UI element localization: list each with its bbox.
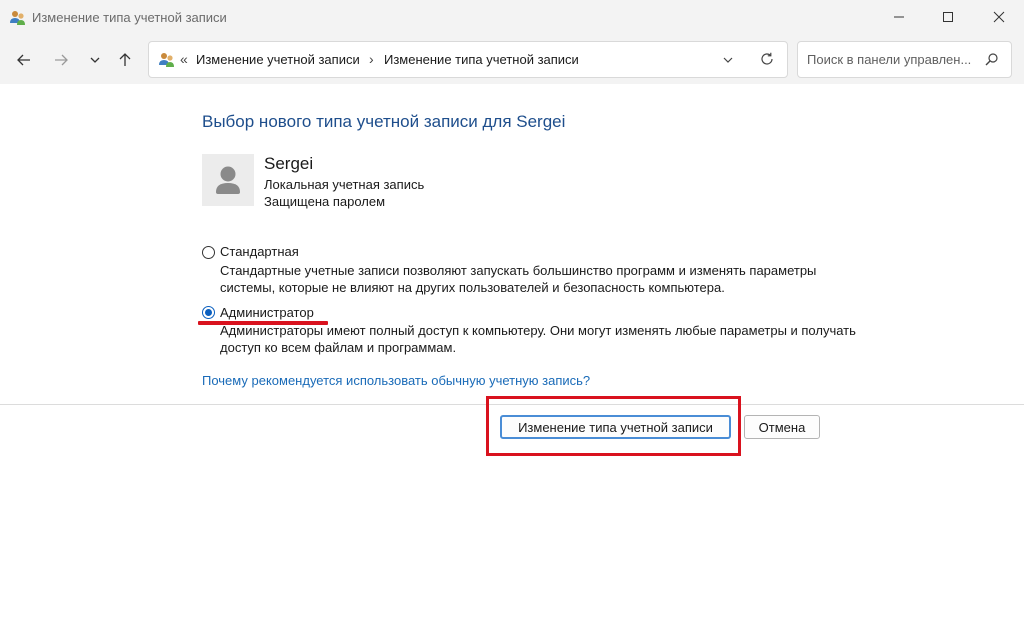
administrator-option-description: Администраторы имеют полный доступ к ком… — [220, 323, 856, 355]
search-icon — [985, 53, 998, 66]
change-account-type-button[interactable]: Изменение типа учетной записи — [500, 415, 731, 439]
minimize-icon — [894, 16, 904, 18]
standard-option-label[interactable]: Стандартная — [220, 244, 299, 259]
breadcrumb-item[interactable]: Изменение учетной записи — [196, 52, 360, 67]
navigation-bar: « Изменение учетной записи › Изменение т… — [0, 36, 1024, 84]
account-type: Локальная учетная запись — [264, 177, 425, 192]
title-bar: Изменение типа учетной записи — [0, 0, 1024, 36]
user-accounts-icon — [9, 9, 27, 27]
standard-radio[interactable] — [202, 246, 215, 259]
address-bar[interactable]: « Изменение учетной записи › Изменение т… — [148, 41, 788, 78]
page-title: Выбор нового типа учетной записи для Ser… — [202, 112, 566, 131]
forward-button[interactable] — [48, 48, 74, 72]
chevron-down-icon — [90, 57, 100, 63]
search-input[interactable] — [798, 42, 978, 77]
close-icon — [993, 11, 1005, 23]
arrow-right-icon — [55, 54, 68, 66]
refresh-icon[interactable] — [759, 51, 775, 67]
up-button[interactable] — [112, 48, 138, 72]
minimize-button[interactable] — [876, 0, 922, 34]
arrow-up-icon — [119, 53, 131, 66]
breadcrumb-overflow[interactable]: « — [180, 51, 188, 67]
user-avatar-icon — [216, 166, 240, 194]
user-accounts-icon — [158, 51, 176, 69]
avatar — [202, 154, 254, 206]
back-button[interactable] — [11, 48, 37, 72]
administrator-option-label[interactable]: Администратор — [220, 305, 314, 320]
window-title: Изменение типа учетной записи — [32, 10, 227, 25]
maximize-button[interactable] — [925, 0, 971, 34]
password-status: Защищена паролем — [264, 194, 386, 209]
breadcrumb-separator[interactable]: › — [369, 51, 374, 67]
recent-locations-button[interactable] — [82, 48, 108, 72]
search-box[interactable] — [797, 41, 1012, 78]
standard-option-description: Стандартные учетные записи позволяют зап… — [220, 263, 817, 295]
help-link[interactable]: Почему рекомендуется использовать обычну… — [202, 373, 590, 388]
administrator-radio[interactable] — [202, 306, 215, 319]
user-name: Sergei — [264, 154, 314, 173]
maximize-icon — [943, 12, 953, 22]
close-button[interactable] — [976, 0, 1022, 34]
chevron-down-icon[interactable] — [721, 53, 735, 67]
breadcrumb-item[interactable]: Изменение типа учетной записи — [384, 52, 579, 67]
arrow-left-icon — [17, 54, 30, 66]
cancel-button[interactable]: Отмена — [744, 415, 820, 439]
